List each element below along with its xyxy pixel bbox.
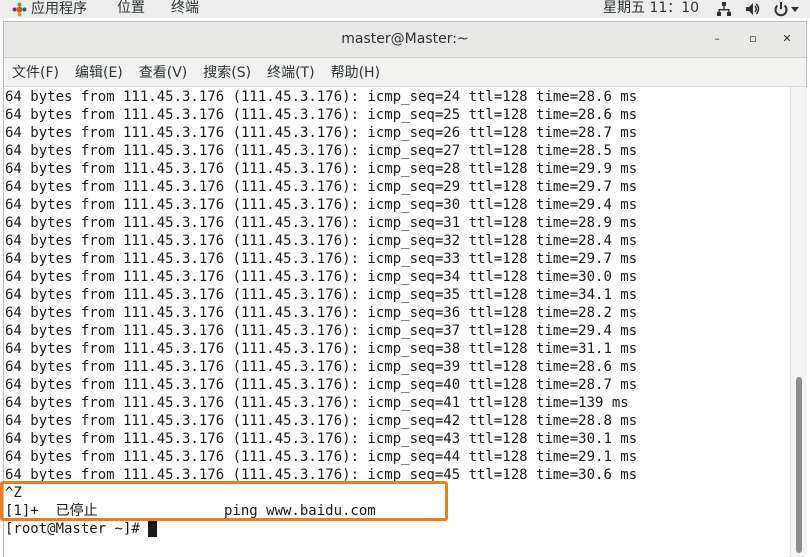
window-titlebar[interactable]: master@Master:~ – ▫ ✕ <box>4 22 806 58</box>
menu-file[interactable]: 文件(F) <box>4 62 67 82</box>
chevron-down-icon[interactable] <box>790 0 800 18</box>
menu-bar: 文件(F) 编辑(E) 查看(V) 搜索(S) 终端(T) 帮助(H) <box>4 58 806 87</box>
maximize-icon[interactable]: ▫ <box>744 30 762 48</box>
places-menu[interactable]: 位置 <box>117 0 145 18</box>
terminal-line: 64 bytes from 111.45.3.176 (111.45.3.176… <box>5 395 629 411</box>
terminal-line: 64 bytes from 111.45.3.176 (111.45.3.176… <box>5 431 638 447</box>
terminal-line: 64 bytes from 111.45.3.176 (111.45.3.176… <box>5 251 638 267</box>
terminal-line: 64 bytes from 111.45.3.176 (111.45.3.176… <box>5 269 638 285</box>
menu-help[interactable]: 帮助(H) <box>323 62 388 82</box>
terminal-line: 64 bytes from 111.45.3.176 (111.45.3.176… <box>5 143 638 159</box>
terminal-line: 64 bytes from 111.45.3.176 (111.45.3.176… <box>5 215 638 231</box>
network-icon[interactable] <box>716 0 732 18</box>
power-icon[interactable] <box>773 0 789 18</box>
terminal-line: 64 bytes from 111.45.3.176 (111.45.3.176… <box>5 449 638 465</box>
terminal-scrollbar[interactable] <box>790 87 807 557</box>
terminal-line: 64 bytes from 111.45.3.176 (111.45.3.176… <box>5 287 638 303</box>
menu-view[interactable]: 查看(V) <box>131 62 196 82</box>
applications-menu[interactable]: 应用程序 <box>12 0 87 18</box>
volume-icon[interactable] <box>745 0 761 18</box>
applications-label: 应用程序 <box>31 1 87 17</box>
terminal-app-menu[interactable]: 终端 <box>171 0 199 18</box>
terminal-line: 64 bytes from 111.45.3.176 (111.45.3.176… <box>5 341 638 357</box>
terminal-line: 64 bytes from 111.45.3.176 (111.45.3.176… <box>5 179 638 195</box>
menu-edit[interactable]: 编辑(E) <box>67 62 131 82</box>
highlight-box <box>0 481 448 521</box>
text-cursor <box>148 521 158 537</box>
scrollbar-thumb[interactable] <box>796 377 802 553</box>
apps-icon <box>12 2 27 16</box>
close-icon[interactable]: ✕ <box>778 30 796 48</box>
terminal-line: 64 bytes from 111.45.3.176 (111.45.3.176… <box>5 359 638 375</box>
terminal-prompt-line: [root@Master ~]# <box>5 520 158 538</box>
terminal-line: 64 bytes from 111.45.3.176 (111.45.3.176… <box>5 305 638 321</box>
terminal-line: 64 bytes from 111.45.3.176 (111.45.3.176… <box>5 377 638 393</box>
terminal-line: 64 bytes from 111.45.3.176 (111.45.3.176… <box>5 107 638 123</box>
terminal-line: 64 bytes from 111.45.3.176 (111.45.3.176… <box>5 413 638 429</box>
top-panel: 应用程序 位置 终端 星期五 11：10 <box>0 0 810 18</box>
shell-prompt: [root@Master ~]# <box>5 521 149 537</box>
terminal-line: 64 bytes from 111.45.3.176 (111.45.3.176… <box>5 89 638 105</box>
terminal-line: 64 bytes from 111.45.3.176 (111.45.3.176… <box>5 197 638 213</box>
minimize-icon[interactable]: – <box>708 30 726 48</box>
terminal-line: 64 bytes from 111.45.3.176 (111.45.3.176… <box>5 125 638 141</box>
terminal-line: 64 bytes from 111.45.3.176 (111.45.3.176… <box>5 233 638 249</box>
clock[interactable]: 星期五 11：10 <box>603 0 699 16</box>
menu-search[interactable]: 搜索(S) <box>195 62 259 82</box>
window-title: master@Master:~ <box>341 31 469 47</box>
terminal-line: 64 bytes from 111.45.3.176 (111.45.3.176… <box>5 323 638 339</box>
menu-terminal[interactable]: 终端(T) <box>259 62 322 82</box>
terminal-line: 64 bytes from 111.45.3.176 (111.45.3.176… <box>5 161 638 177</box>
